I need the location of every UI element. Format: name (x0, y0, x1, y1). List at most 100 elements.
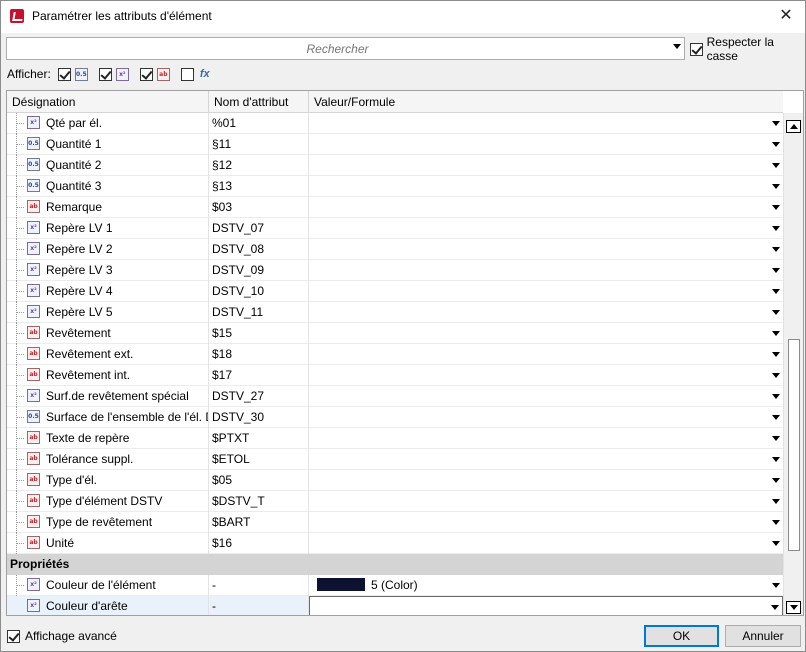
chevron-down-icon[interactable] (772, 205, 780, 210)
match-case-checkbox[interactable]: Respecter la casse (690, 35, 805, 63)
group-header-properties[interactable]: Propriétés (7, 554, 783, 575)
value-cell[interactable] (309, 365, 783, 386)
filter-function-checkbox[interactable] (180, 67, 194, 81)
chevron-down-icon[interactable] (772, 268, 780, 273)
chevron-down-icon[interactable] (771, 605, 779, 610)
designation-cell: Quantité 1 (7, 134, 209, 155)
table-row[interactable]: Repère LV 5 DSTV_11 (7, 302, 783, 323)
value-cell[interactable] (309, 533, 783, 554)
chevron-down-icon[interactable] (772, 247, 780, 252)
checkbox-checked[interactable] (690, 42, 703, 56)
table-row[interactable]: Revêtement $15 (7, 323, 783, 344)
table-row[interactable]: Qté par él. %01 (7, 113, 783, 134)
designation-label: Type d'élément DSTV (46, 494, 163, 508)
value-cell[interactable]: 5 (Color) (309, 575, 783, 596)
table-row[interactable]: Type de revêtement $BART (7, 512, 783, 533)
table-row[interactable]: Type d'él. $05 (7, 470, 783, 491)
table-row[interactable]: Couleur de l'élément - 5 (Color) (7, 575, 783, 596)
scroll-down-button[interactable] (786, 601, 801, 614)
chevron-down-icon[interactable] (772, 499, 780, 504)
value-cell[interactable] (309, 596, 783, 615)
value-cell[interactable] (309, 323, 783, 344)
column-header-attribute-name[interactable]: Nom d'attribut (209, 91, 309, 113)
table-row[interactable]: Repère LV 4 DSTV_10 (7, 281, 783, 302)
table-row[interactable]: Quantité 3 §13 (7, 176, 783, 197)
chevron-down-icon[interactable] (772, 163, 780, 168)
value-cell[interactable] (309, 428, 783, 449)
filter-formula-checkbox[interactable] (98, 67, 112, 81)
table-row[interactable]: Surface de l'ensemble de l'él. DDSTV_30 (7, 407, 783, 428)
table-row[interactable]: Tolérance suppl. $ETOL (7, 449, 783, 470)
value-cell[interactable] (309, 113, 783, 134)
chevron-down-icon[interactable] (772, 520, 780, 525)
value-cell[interactable] (309, 407, 783, 428)
chevron-down-icon[interactable] (673, 44, 681, 49)
value-cell[interactable] (309, 239, 783, 260)
chevron-down-icon[interactable] (772, 583, 780, 588)
filter-text-checkbox[interactable] (139, 67, 153, 81)
chevron-down-icon[interactable] (772, 142, 780, 147)
value-cell[interactable] (309, 344, 783, 365)
table-row[interactable]: Revêtement ext. $18 (7, 344, 783, 365)
scroll-thumb[interactable] (788, 339, 800, 551)
table-row[interactable]: Repère LV 1 DSTV_07 (7, 218, 783, 239)
value-cell[interactable] (309, 449, 783, 470)
value-cell[interactable] (309, 197, 783, 218)
value-cell[interactable] (309, 218, 783, 239)
chevron-down-icon[interactable] (772, 478, 780, 483)
checkbox-checked[interactable] (7, 629, 20, 643)
chevron-down-icon[interactable] (772, 289, 780, 294)
cancel-button[interactable]: Annuler (725, 625, 801, 647)
value-cell[interactable] (309, 491, 783, 512)
attribute-name-cell: $17 (209, 365, 309, 386)
table-row[interactable]: Unité $16 (7, 533, 783, 554)
scroll-up-button[interactable] (786, 120, 801, 133)
ok-button[interactable]: OK (644, 625, 719, 647)
formula-attribute-icon (27, 263, 40, 277)
designation-label: Tolérance suppl. (46, 452, 134, 466)
value-cell[interactable] (309, 260, 783, 281)
table-row[interactable]: Type d'élément DSTV $DSTV_T (7, 491, 783, 512)
column-header-value[interactable]: Valeur/Formule (309, 91, 783, 113)
table-row[interactable]: Texte de repère $PTXT (7, 428, 783, 449)
chevron-down-icon[interactable] (772, 541, 780, 546)
chevron-down-icon[interactable] (772, 310, 780, 315)
value-cell[interactable] (309, 512, 783, 533)
filter-number-checkbox[interactable] (57, 67, 71, 81)
search-combobox[interactable] (6, 37, 685, 60)
search-input[interactable] (7, 38, 684, 59)
chevron-down-icon[interactable] (772, 184, 780, 189)
value-cell[interactable] (309, 176, 783, 197)
text-attribute-icon (27, 326, 40, 340)
value-cell[interactable] (309, 281, 783, 302)
value-cell[interactable] (309, 470, 783, 491)
chevron-down-icon[interactable] (772, 373, 780, 378)
designation-label: Repère LV 1 (46, 221, 113, 235)
advanced-display-checkbox[interactable]: Affichage avancé (7, 629, 117, 643)
chevron-down-icon[interactable] (772, 331, 780, 336)
table-row[interactable]: Repère LV 3 DSTV_09 (7, 260, 783, 281)
chevron-down-icon[interactable] (772, 226, 780, 231)
chevron-down-icon[interactable] (772, 352, 780, 357)
attributes-grid: Désignation Nom d'attribut Valeur/Formul… (6, 90, 804, 616)
table-row[interactable]: Surf.de revêtement spécial DSTV_27 (7, 386, 783, 407)
value-cell[interactable] (309, 155, 783, 176)
table-row[interactable]: Repère LV 2 DSTV_08 (7, 239, 783, 260)
chevron-down-icon[interactable] (772, 436, 780, 441)
designation-cell: Repère LV 5 (7, 302, 209, 323)
chevron-down-icon[interactable] (772, 394, 780, 399)
chevron-down-icon[interactable] (772, 415, 780, 420)
chevron-down-icon[interactable] (772, 457, 780, 462)
table-row[interactable]: Revêtement int. $17 (7, 365, 783, 386)
table-row[interactable]: Couleur d'arête - (7, 596, 783, 615)
close-button[interactable]: ✕ (775, 5, 797, 27)
value-cell[interactable] (309, 386, 783, 407)
table-row[interactable]: Quantité 2 §12 (7, 155, 783, 176)
table-row[interactable]: Remarque $03 (7, 197, 783, 218)
column-header-designation[interactable]: Désignation (7, 91, 209, 113)
value-cell[interactable] (309, 134, 783, 155)
vertical-scrollbar[interactable] (783, 113, 803, 615)
value-cell[interactable] (309, 302, 783, 323)
chevron-down-icon[interactable] (772, 121, 780, 126)
table-row[interactable]: Quantité 1 §11 (7, 134, 783, 155)
